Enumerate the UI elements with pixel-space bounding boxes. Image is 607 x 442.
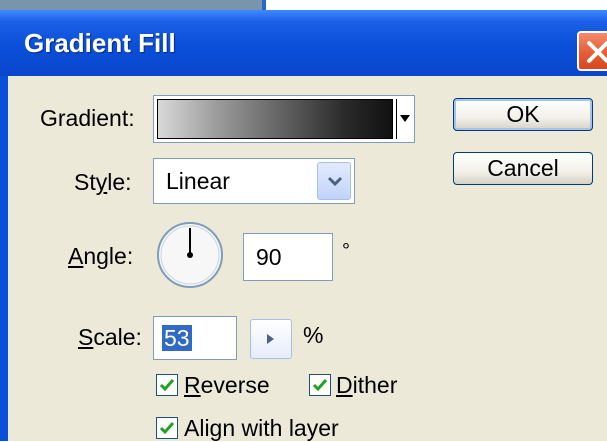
chevron-down-icon	[327, 176, 343, 187]
close-button[interactable]	[577, 31, 607, 71]
gradient-label: Gradient:	[40, 105, 135, 131]
scale-value-selected: 53	[162, 325, 192, 351]
close-icon	[587, 41, 607, 63]
style-label: Style:	[74, 169, 132, 195]
title-bar[interactable]: Gradient Fill	[0, 10, 607, 76]
style-value: Linear	[166, 168, 230, 194]
align-with-layer-checkbox[interactable]	[156, 417, 178, 439]
angle-dial[interactable]	[155, 220, 225, 290]
dither-checkbox[interactable]	[309, 374, 331, 396]
angle-label: Angle:	[68, 243, 134, 269]
degree-unit: °	[342, 240, 350, 262]
gradient-dropdown-button[interactable]	[396, 99, 412, 139]
reverse-label[interactable]: Reverse	[184, 372, 270, 399]
background-window-bar	[0, 0, 262, 10]
cancel-button[interactable]: Cancel	[453, 152, 593, 185]
ok-button[interactable]: OK	[453, 98, 593, 131]
checkmark-icon	[159, 379, 175, 392]
scale-slider-button[interactable]	[250, 319, 292, 359]
align-with-layer-label[interactable]: Align with layer	[184, 415, 339, 442]
style-dropdown-button[interactable]	[317, 162, 351, 200]
dialog-frame-left	[0, 76, 8, 441]
checkmark-icon	[159, 422, 175, 435]
background-divider	[262, 0, 266, 10]
gradient-picker[interactable]	[153, 95, 415, 143]
gradient-preview[interactable]	[157, 99, 393, 139]
background-area	[262, 0, 607, 10]
style-select[interactable]: Linear	[153, 158, 355, 204]
angle-input[interactable]: 90	[243, 233, 333, 281]
triangle-right-icon	[267, 334, 274, 344]
triangle-down-icon	[400, 115, 410, 122]
window-title: Gradient Fill	[24, 28, 176, 58]
scale-input[interactable]: 53	[153, 316, 237, 360]
dither-label[interactable]: Dither	[336, 372, 397, 399]
percent-unit: %	[303, 322, 324, 348]
scale-label: Scale:	[78, 324, 142, 350]
checkmark-icon	[312, 379, 328, 392]
background-strip	[0, 0, 607, 10]
reverse-checkbox[interactable]	[156, 374, 178, 396]
